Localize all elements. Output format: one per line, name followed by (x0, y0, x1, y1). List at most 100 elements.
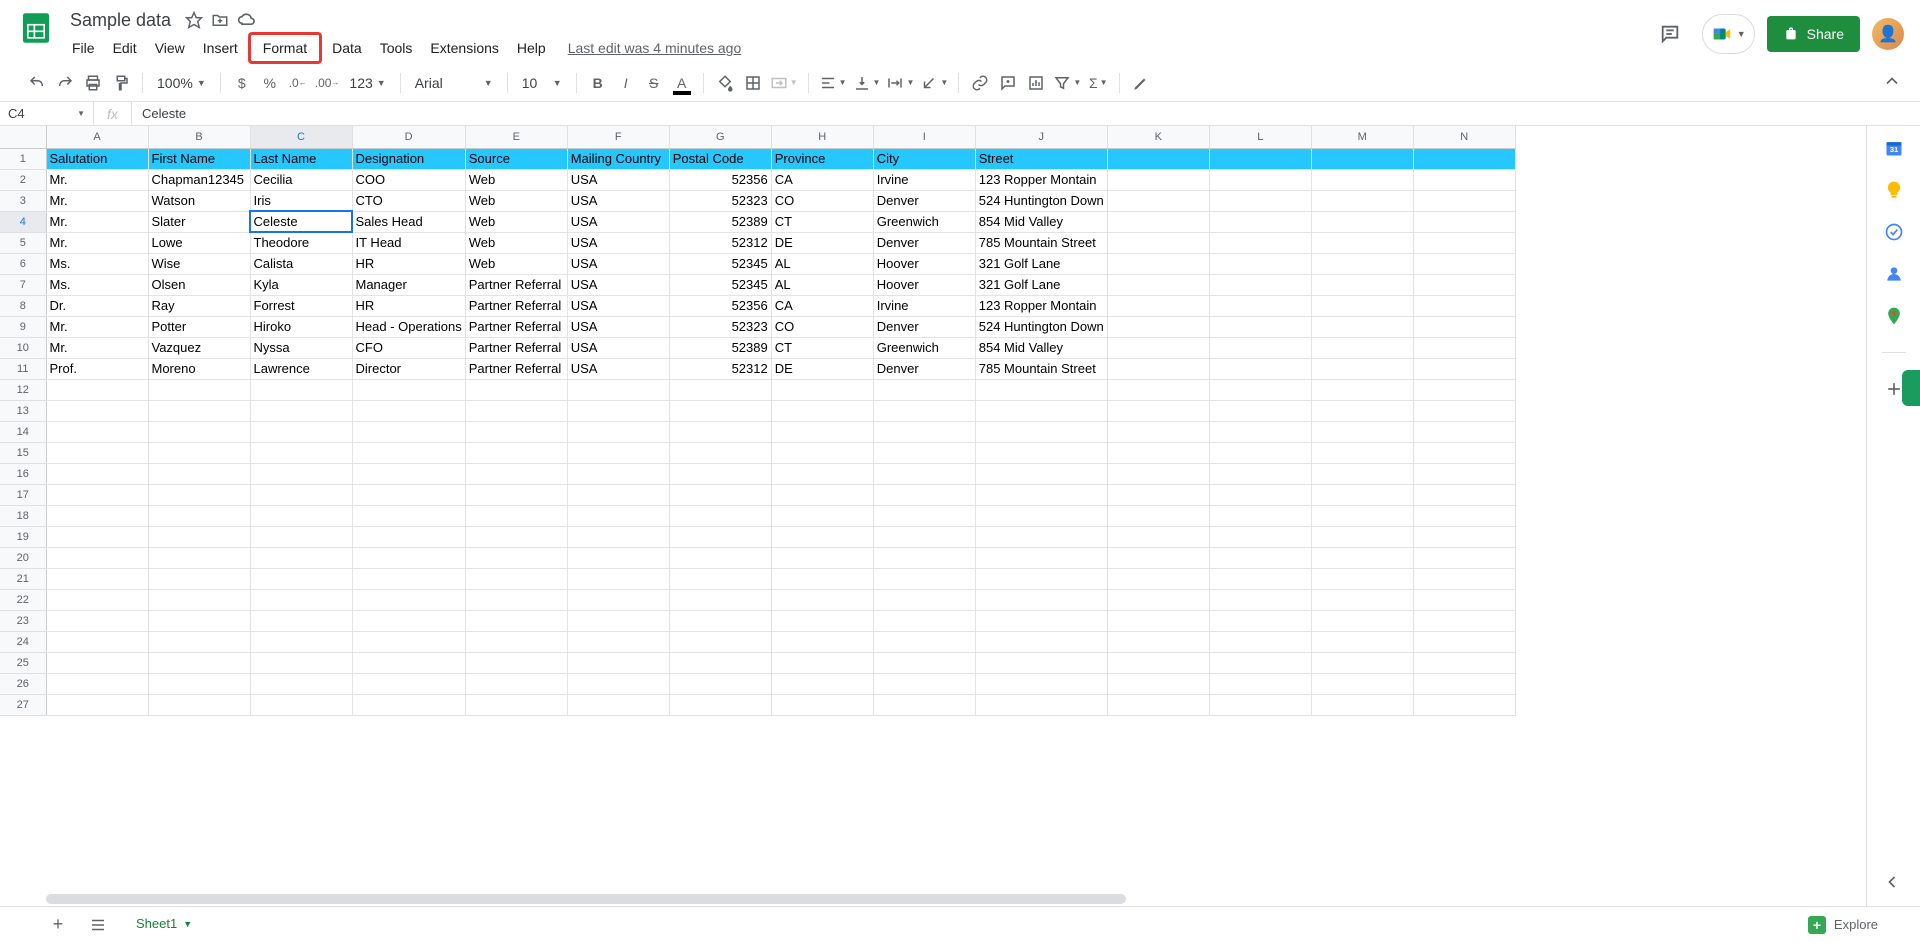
cell[interactable]: Lawrence (250, 358, 352, 379)
row-header[interactable]: 5 (0, 232, 46, 253)
cell[interactable] (567, 673, 669, 694)
italic-icon[interactable]: I (613, 70, 639, 96)
cell[interactable] (567, 442, 669, 463)
cell[interactable] (46, 442, 148, 463)
cell[interactable]: 785 Mountain Street (975, 232, 1107, 253)
cell[interactable] (1413, 337, 1515, 358)
cell[interactable] (669, 379, 771, 400)
cell[interactable] (975, 631, 1107, 652)
cell[interactable]: Forrest (250, 295, 352, 316)
tasks-icon[interactable] (1884, 222, 1904, 242)
row-header[interactable]: 6 (0, 253, 46, 274)
cell[interactable] (352, 694, 465, 715)
row-header[interactable]: 25 (0, 652, 46, 673)
cell[interactable]: 52312 (669, 232, 771, 253)
cell[interactable] (250, 463, 352, 484)
cell[interactable] (1209, 190, 1311, 211)
cell[interactable] (46, 589, 148, 610)
cell[interactable] (669, 547, 771, 568)
cell[interactable]: Lowe (148, 232, 250, 253)
column-header[interactable]: G (669, 126, 771, 148)
cell[interactable]: Watson (148, 190, 250, 211)
cell[interactable] (1311, 694, 1413, 715)
account-avatar[interactable]: 👤 (1872, 18, 1904, 50)
meet-button[interactable]: ▼ (1702, 14, 1755, 54)
cell[interactable] (567, 610, 669, 631)
cell[interactable] (669, 673, 771, 694)
toolbar-collapse-icon[interactable] (1882, 71, 1902, 94)
cell[interactable] (1413, 694, 1515, 715)
cell[interactable]: Olsen (148, 274, 250, 295)
cell[interactable] (1107, 694, 1209, 715)
cell[interactable] (250, 400, 352, 421)
cell[interactable] (1413, 484, 1515, 505)
cell[interactable] (975, 463, 1107, 484)
cell[interactable] (669, 610, 771, 631)
cell[interactable] (1107, 547, 1209, 568)
cell[interactable] (1209, 400, 1311, 421)
cell[interactable] (465, 610, 567, 631)
cell[interactable] (465, 379, 567, 400)
cell[interactable] (669, 421, 771, 442)
cell[interactable] (1311, 190, 1413, 211)
cell[interactable] (1311, 442, 1413, 463)
cell[interactable] (46, 400, 148, 421)
cell[interactable] (1209, 589, 1311, 610)
cell[interactable]: Web (465, 232, 567, 253)
cell[interactable]: Irvine (873, 169, 975, 190)
cell[interactable] (1413, 400, 1515, 421)
cell[interactable] (567, 379, 669, 400)
cell[interactable] (1311, 484, 1413, 505)
cell[interactable] (1311, 610, 1413, 631)
cell[interactable] (873, 589, 975, 610)
cell[interactable]: 52323 (669, 190, 771, 211)
cell[interactable]: Mr. (46, 190, 148, 211)
row-header[interactable]: 2 (0, 169, 46, 190)
cell[interactable]: Partner Referral (465, 337, 567, 358)
cell[interactable] (975, 400, 1107, 421)
cell[interactable]: 52312 (669, 358, 771, 379)
cell[interactable] (352, 610, 465, 631)
cell[interactable] (1107, 400, 1209, 421)
cell[interactable] (1209, 484, 1311, 505)
row-header[interactable]: 10 (0, 337, 46, 358)
cell[interactable] (1107, 253, 1209, 274)
cell[interactable]: CT (771, 337, 873, 358)
cell[interactable] (148, 589, 250, 610)
cell[interactable] (1209, 295, 1311, 316)
cell[interactable] (1107, 463, 1209, 484)
cell[interactable] (1413, 190, 1515, 211)
cell[interactable]: Potter (148, 316, 250, 337)
cell[interactable]: Partner Referral (465, 274, 567, 295)
cell[interactable] (250, 610, 352, 631)
cell[interactable] (975, 526, 1107, 547)
cell[interactable] (1311, 526, 1413, 547)
row-header[interactable]: 9 (0, 316, 46, 337)
cell[interactable]: IT Head (352, 232, 465, 253)
cell[interactable]: Head - Operations (352, 316, 465, 337)
cell[interactable] (1413, 148, 1515, 169)
cell[interactable]: USA (567, 358, 669, 379)
cell[interactable] (1209, 526, 1311, 547)
cell[interactable] (1107, 589, 1209, 610)
cell[interactable] (46, 568, 148, 589)
cell[interactable]: Designation (352, 148, 465, 169)
cell[interactable] (669, 652, 771, 673)
cell[interactable] (250, 379, 352, 400)
cell[interactable] (873, 694, 975, 715)
cell[interactable] (465, 568, 567, 589)
cell[interactable]: Partner Referral (465, 316, 567, 337)
cell[interactable]: DE (771, 358, 873, 379)
cell[interactable] (46, 652, 148, 673)
column-header[interactable]: D (352, 126, 465, 148)
cell[interactable] (46, 694, 148, 715)
cell[interactable] (669, 589, 771, 610)
cell[interactable] (250, 694, 352, 715)
cell[interactable] (1311, 421, 1413, 442)
last-edit-status[interactable]: Last edit was 4 minutes ago (568, 40, 742, 56)
cell[interactable] (771, 610, 873, 631)
cell[interactable]: Nyssa (250, 337, 352, 358)
cell[interactable] (1413, 610, 1515, 631)
cell[interactable] (465, 463, 567, 484)
sheet-tab[interactable]: Sheet1▼ (122, 908, 206, 942)
